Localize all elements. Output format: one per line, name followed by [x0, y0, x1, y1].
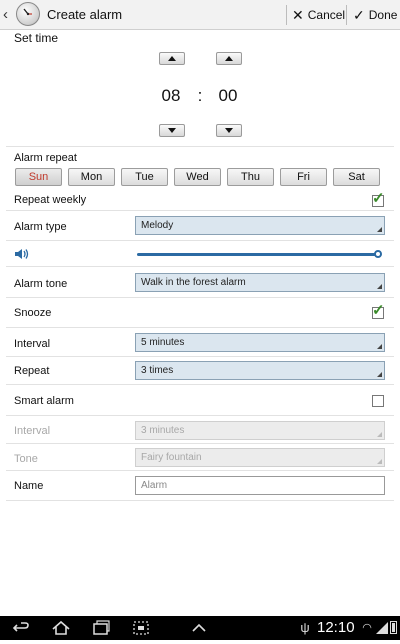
- close-icon: ✕: [292, 7, 304, 23]
- volume-slider-thumb[interactable]: [374, 250, 382, 258]
- arrow-down-icon: [225, 128, 233, 133]
- day-button-thu[interactable]: Thu: [227, 168, 274, 186]
- smart-interval-dropdown: 3 minutes: [135, 421, 385, 440]
- snooze-repeat-label: Repeat: [14, 365, 50, 377]
- divider: [6, 240, 394, 241]
- hour-increase-button[interactable]: [159, 52, 185, 65]
- back-icon[interactable]: [10, 618, 32, 638]
- day-button-sat[interactable]: Sat: [333, 168, 380, 186]
- cancel-button[interactable]: ✕ Cancel: [292, 6, 345, 24]
- check-icon: ✓: [353, 7, 365, 23]
- divider: [6, 470, 394, 471]
- smart-alarm-checkbox[interactable]: [372, 395, 384, 407]
- dropdown-corner-icon: [377, 459, 382, 464]
- day-button-wed[interactable]: Wed: [174, 168, 221, 186]
- dropdown-corner-icon: [377, 227, 382, 232]
- page-title: Create alarm: [47, 7, 123, 22]
- day-button-mon[interactable]: Mon: [68, 168, 115, 186]
- system-nav-bar: ψ 12:10 ◠: [0, 616, 400, 640]
- alarm-type-label: Alarm type: [14, 221, 67, 233]
- dropdown-corner-icon: [377, 372, 382, 377]
- name-label: Name: [14, 480, 44, 492]
- minute-increase-button[interactable]: [216, 52, 242, 65]
- volume-slider-track[interactable]: [137, 253, 378, 256]
- name-input[interactable]: Alarm: [135, 476, 385, 495]
- snooze-interval-label: Interval: [14, 338, 51, 350]
- divider: [6, 384, 394, 385]
- done-button[interactable]: ✓ Done: [353, 6, 397, 24]
- snooze-interval-dropdown[interactable]: 5 minutes: [135, 333, 385, 352]
- divider: [6, 266, 394, 267]
- snooze-interval-value: 5 minutes: [141, 337, 185, 348]
- divider: [6, 146, 394, 147]
- chevron-up-icon[interactable]: [188, 618, 210, 638]
- day-button-sun[interactable]: Sun: [15, 168, 62, 186]
- smart-tone-dropdown: Fairy fountain: [135, 448, 385, 467]
- usb-icon: ψ: [300, 620, 310, 635]
- divider: [6, 297, 394, 298]
- arrow-down-icon: [168, 128, 176, 133]
- minute-value[interactable]: 00: [213, 86, 243, 106]
- status-clock: 12:10: [317, 619, 355, 636]
- divider: [6, 443, 394, 444]
- alarm-type-value: Melody: [141, 220, 174, 231]
- home-icon[interactable]: [50, 618, 72, 638]
- day-button-fri[interactable]: Fri: [280, 168, 327, 186]
- smart-interval-label: Interval: [14, 425, 51, 437]
- smart-interval-value: 3 minutes: [141, 425, 185, 436]
- cancel-label: Cancel: [307, 8, 346, 22]
- alarm-tone-label: Alarm tone: [14, 278, 68, 290]
- snooze-repeat-value: 3 times: [141, 365, 174, 376]
- time-separator: :: [197, 86, 203, 105]
- back-chevron-icon[interactable]: ‹: [3, 6, 13, 24]
- dropdown-corner-icon: [377, 284, 382, 289]
- done-label: Done: [368, 8, 398, 22]
- divider: [286, 5, 287, 25]
- divider: [6, 356, 394, 357]
- alarm-repeat-label: Alarm repeat: [14, 152, 77, 164]
- wifi-icon: ◠: [362, 622, 372, 634]
- screenshot-icon[interactable]: [130, 618, 152, 638]
- divider: [6, 210, 394, 211]
- snooze-checkbox[interactable]: ✓: [372, 303, 385, 319]
- dropdown-corner-icon: [377, 344, 382, 349]
- dropdown-corner-icon: [377, 432, 382, 437]
- alarm-type-dropdown[interactable]: Melody: [135, 216, 385, 235]
- checkmark-icon: ✓: [372, 190, 385, 207]
- repeat-weekly-checkbox[interactable]: ✓: [372, 191, 385, 207]
- snooze-repeat-dropdown[interactable]: 3 times: [135, 361, 385, 380]
- minute-decrease-button[interactable]: [216, 124, 242, 137]
- smart-tone-value: Fairy fountain: [141, 452, 202, 463]
- snooze-label: Snooze: [14, 307, 52, 319]
- day-button-tue[interactable]: Tue: [121, 168, 168, 186]
- divider: [346, 5, 347, 25]
- set-time-label: Set time: [14, 31, 59, 45]
- arrow-up-icon: [168, 56, 176, 61]
- repeat-weekly-label: Repeat weekly: [14, 194, 87, 206]
- hour-decrease-button[interactable]: [159, 124, 185, 137]
- divider: [6, 415, 394, 416]
- recent-apps-icon[interactable]: [90, 618, 112, 638]
- checkmark-icon: ✓: [372, 302, 385, 319]
- alarm-tone-dropdown[interactable]: Walk in the forest alarm: [135, 273, 385, 292]
- alarm-clock-icon[interactable]: [16, 2, 40, 26]
- battery-icon: [390, 621, 397, 634]
- title-bar: ‹ Create alarm ✕ Cancel ✓ Done: [0, 0, 400, 30]
- hour-value[interactable]: 08: [156, 86, 186, 106]
- arrow-up-icon: [225, 56, 233, 61]
- divider: [6, 500, 394, 501]
- smart-alarm-label: Smart alarm: [14, 395, 74, 407]
- smart-tone-label: Tone: [14, 453, 38, 465]
- divider: [6, 327, 394, 328]
- alarm-tone-value: Walk in the forest alarm: [141, 277, 246, 288]
- speaker-icon: [14, 247, 30, 261]
- signal-icon: [376, 621, 388, 634]
